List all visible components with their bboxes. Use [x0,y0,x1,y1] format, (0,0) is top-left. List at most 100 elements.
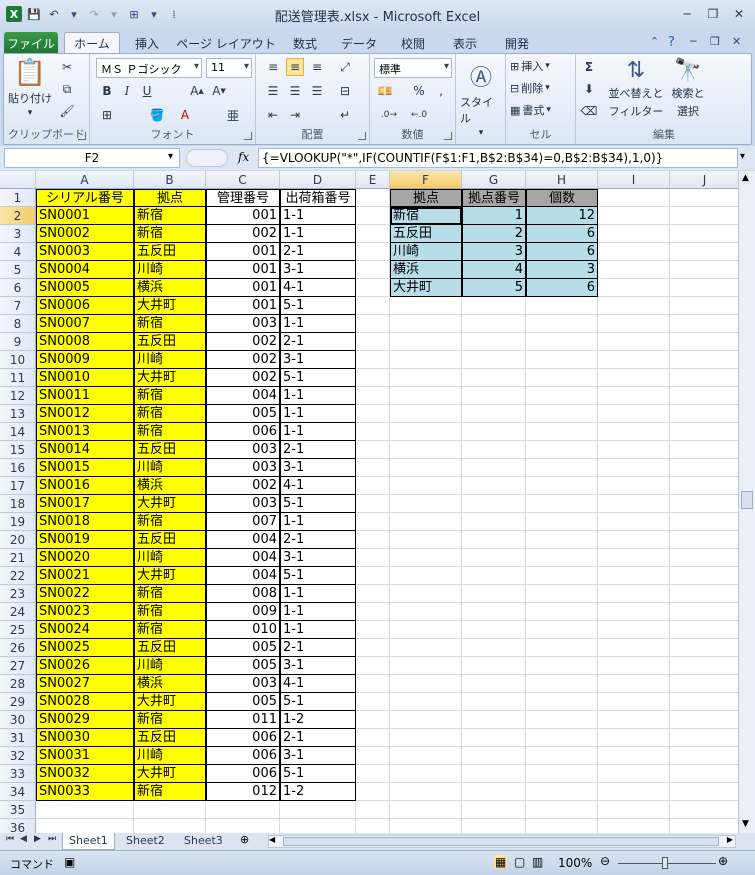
box-number-cell[interactable]: 5-1 [280,567,356,585]
merge-center-icon[interactable]: ⊟ [336,82,354,100]
bold-icon[interactable]: B [98,82,116,100]
serial-cell[interactable]: SN0014 [36,441,134,459]
row-header[interactable]: 9 [0,333,36,351]
location-cell[interactable]: 川崎 [134,261,206,279]
minimize-icon[interactable]: ─ [676,4,698,24]
grow-font-icon[interactable]: A ▲ [188,82,206,100]
control-number-cell[interactable]: 012 [206,783,280,801]
formula-bar-toggle-icon[interactable] [186,149,228,167]
summary-table-header[interactable]: 拠点番号 [462,189,526,207]
column-header-d[interactable]: D [280,171,356,189]
summary-location-number-cell[interactable]: 5 [462,279,526,297]
location-cell[interactable]: 大井町 [134,297,206,315]
number-launcher-icon[interactable] [444,132,452,140]
column-header-a[interactable]: A [36,171,134,189]
control-number-cell[interactable]: 004 [206,567,280,585]
font-size-select[interactable]: 11 [206,58,252,78]
serial-cell[interactable]: SN0006 [36,297,134,315]
row-header[interactable]: 11 [0,369,36,387]
box-number-cell[interactable]: 2-1 [280,333,356,351]
control-number-cell[interactable]: 003 [206,315,280,333]
location-cell[interactable]: 川崎 [134,351,206,369]
zoom-slider-thumb[interactable] [662,857,668,869]
workbook-close-icon[interactable]: ✕ [732,35,741,48]
control-number-cell[interactable]: 010 [206,621,280,639]
align-top-icon[interactable]: ≡ [264,58,282,76]
location-cell[interactable]: 横浜 [134,477,206,495]
summary-location-number-cell[interactable]: 1 [462,207,526,225]
location-cell[interactable]: 新宿 [134,621,206,639]
macro-record-icon[interactable]: ▣ [64,855,75,869]
tab-review[interactable]: 校閲 [390,32,436,54]
box-number-cell[interactable]: 3-1 [280,549,356,567]
control-number-cell[interactable]: 002 [206,225,280,243]
align-right-icon[interactable]: ☰ [308,82,326,100]
location-cell[interactable]: 新宿 [134,603,206,621]
column-header-e[interactable]: E [356,171,390,189]
location-cell[interactable]: 五反田 [134,531,206,549]
insert-sheet-icon[interactable]: ⊕ [240,833,249,846]
decrease-indent-icon[interactable]: ⇤ [264,106,282,124]
tab-developer[interactable]: 開発 [494,32,540,54]
vertical-scrollbar[interactable]: ▲ ▼ [738,171,755,833]
serial-cell[interactable]: SN0018 [36,513,134,531]
control-number-cell[interactable]: 001 [206,279,280,297]
column-header-c[interactable]: C [206,171,280,189]
serial-cell[interactable]: SN0033 [36,783,134,801]
control-number-cell[interactable]: 002 [206,351,280,369]
workbook-minimize-icon[interactable]: ─ [690,35,697,48]
sheet-nav-first-icon[interactable]: ⏮ [6,834,14,844]
column-header-h[interactable]: H [526,171,598,189]
serial-cell[interactable]: SN0025 [36,639,134,657]
format-cells-button[interactable]: ▦ 書式 ▾ [510,102,551,118]
serial-cell[interactable]: SN0009 [36,351,134,369]
serial-cell[interactable]: SN0024 [36,621,134,639]
serial-cell[interactable]: SN0030 [36,729,134,747]
location-cell[interactable]: 川崎 [134,549,206,567]
control-number-cell[interactable]: 006 [206,423,280,441]
summary-location-cell[interactable]: 横浜 [390,261,462,279]
box-number-cell[interactable]: 3-1 [280,261,356,279]
control-number-cell[interactable]: 002 [206,369,280,387]
row-header[interactable]: 5 [0,261,36,279]
shrink-font-icon[interactable]: A ▼ [210,82,228,100]
serial-cell[interactable]: SN0023 [36,603,134,621]
sheet-nav-prev-icon[interactable]: ◀ [20,834,27,844]
fill-icon[interactable]: ⬇ [580,80,598,98]
control-number-cell[interactable]: 003 [206,495,280,513]
location-cell[interactable]: 川崎 [134,747,206,765]
underline-icon[interactable]: U [138,82,156,100]
restore-icon[interactable]: ❐ [702,4,724,24]
tab-view[interactable]: 表示 [442,32,488,54]
control-number-cell[interactable]: 005 [206,405,280,423]
row-header[interactable]: 12 [0,387,36,405]
control-number-cell[interactable]: 005 [206,639,280,657]
tab-home[interactable]: ホーム [64,32,120,54]
paste-button[interactable]: 📋 貼り付け ▾ [8,58,52,118]
row-header[interactable]: 13 [0,405,36,423]
summary-location-cell[interactable]: 大井町 [390,279,462,297]
box-number-cell[interactable]: 2-1 [280,531,356,549]
name-box-dropdown-icon[interactable]: ▾ [168,151,173,162]
box-number-cell[interactable]: 1-1 [280,513,356,531]
control-number-cell[interactable]: 003 [206,441,280,459]
main-table-header[interactable]: 管理番号 [206,189,280,207]
location-cell[interactable]: 川崎 [134,657,206,675]
box-number-cell[interactable]: 3-1 [280,351,356,369]
summary-count-cell[interactable]: 3 [526,261,598,279]
box-number-cell[interactable]: 1-2 [280,711,356,729]
location-cell[interactable]: 五反田 [134,729,206,747]
box-number-cell[interactable]: 1-1 [280,387,356,405]
align-center-icon[interactable]: ☰ [286,82,304,100]
row-header[interactable]: 1 [0,189,36,207]
page-layout-view-icon[interactable]: ▢ [514,855,525,869]
box-number-cell[interactable]: 5-1 [280,495,356,513]
row-header[interactable]: 26 [0,639,36,657]
summary-location-number-cell[interactable]: 3 [462,243,526,261]
sheet-tab-sheet1[interactable]: Sheet1 [62,833,115,850]
zoom-out-icon[interactable]: ⊖ [600,854,610,868]
location-cell[interactable]: 大井町 [134,693,206,711]
box-number-cell[interactable]: 1-1 [280,207,356,225]
autosum-icon[interactable]: Σ [580,58,598,76]
tab-insert[interactable]: 挿入 [124,32,170,54]
